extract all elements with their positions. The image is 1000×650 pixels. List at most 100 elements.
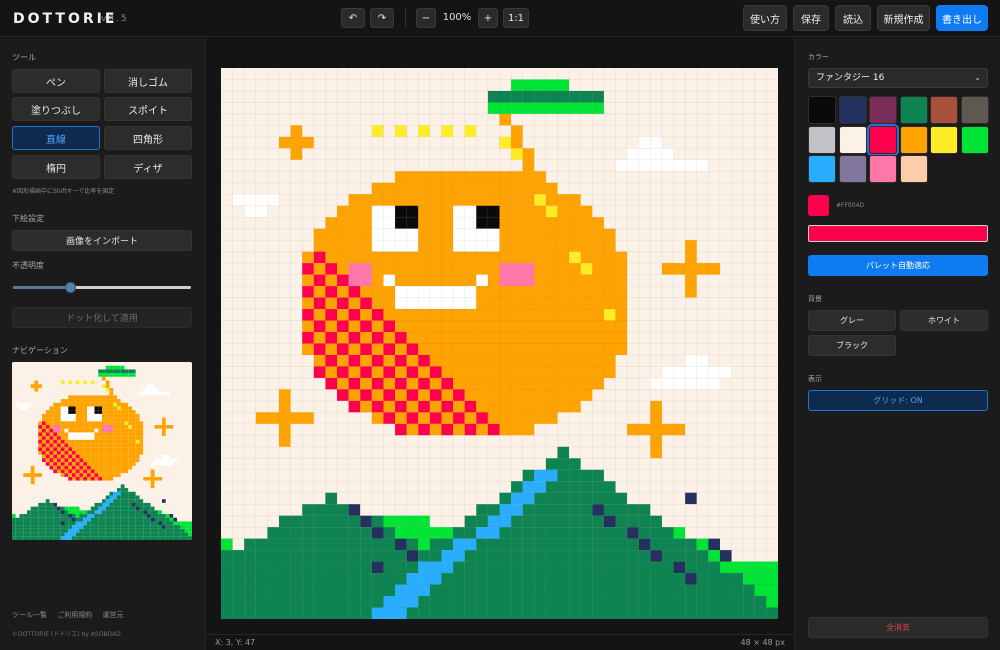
pixel-cell: [19, 384, 24, 388]
zoom-reset-button[interactable]: 1:1: [503, 8, 529, 28]
save-button[interactable]: 保存: [793, 5, 829, 31]
pixel-cell: [113, 373, 117, 377]
import-image-button[interactable]: 画像をインポート: [12, 230, 192, 251]
pixel-cell: [279, 297, 291, 310]
pixel-cell: [57, 373, 61, 377]
tool-dither[interactable]: ディザ: [104, 155, 192, 179]
footer-link-operator[interactable]: 運営元: [102, 611, 123, 619]
pixel-cell: [42, 391, 46, 396]
opacity-slider[interactable]: [13, 282, 191, 293]
palette-swatch[interactable]: [838, 155, 867, 183]
pixel-cell: [569, 251, 581, 264]
pixel-cell: [673, 113, 686, 126]
tool-ellipse[interactable]: 楕円: [12, 155, 100, 179]
pixel-cell: [128, 410, 132, 414]
tool-fill[interactable]: 塗りつぶし: [12, 97, 100, 121]
pixel-cell: [158, 465, 162, 470]
pixel-cell: [124, 514, 129, 518]
palette-swatch[interactable]: [808, 96, 836, 124]
load-button[interactable]: 読込: [835, 5, 871, 31]
pixel-cell: [34, 436, 39, 440]
pixel-cell: [45, 502, 50, 507]
pixel-cell: [139, 413, 144, 418]
export-button[interactable]: 書き出し: [936, 5, 988, 31]
palette-swatch[interactable]: [869, 155, 897, 183]
pixel-cell: [177, 465, 181, 470]
auto-palette-button[interactable]: パレット自動適応: [808, 255, 988, 276]
pixel-cell: [499, 504, 512, 516]
pixel-cell: [557, 515, 570, 528]
pixel-cell: [638, 400, 651, 413]
palette-swatch[interactable]: [930, 96, 958, 124]
pixel-cell: [279, 136, 291, 149]
bg-white-button[interactable]: ホワイト: [900, 310, 988, 331]
grid-toggle-button[interactable]: グリッド: ON: [808, 390, 988, 411]
pixel-cell: [429, 492, 442, 505]
palette-swatch[interactable]: [838, 125, 867, 154]
palette-swatch[interactable]: [960, 125, 989, 154]
palette-swatch[interactable]: [899, 96, 928, 124]
pixel-cell: [371, 102, 384, 114]
palette-swatch[interactable]: [867, 123, 899, 156]
pixel-canvas[interactable]: [221, 68, 778, 619]
pixel-cell: [147, 387, 151, 392]
bg-gray-button[interactable]: グレー: [808, 310, 896, 331]
pixel-cell: [169, 462, 174, 466]
footer-link-tools[interactable]: ツール一覧: [12, 611, 47, 619]
undo-button[interactable]: ↶: [341, 8, 365, 28]
redo-button[interactable]: ↷: [370, 8, 394, 28]
pixel-cell: [165, 499, 170, 503]
zoom-out-button[interactable]: −: [416, 8, 436, 28]
color-picker-input[interactable]: [808, 225, 988, 242]
pixel-cell: [221, 194, 233, 206]
palette-swatch[interactable]: [960, 96, 989, 124]
pixel-cell: [348, 515, 361, 528]
pixel-cell: [418, 584, 430, 597]
pixel-cell: [685, 412, 697, 424]
pixel-cell: [120, 454, 125, 459]
palette-swatch[interactable]: [899, 155, 928, 183]
navigation-preview[interactable]: [12, 362, 192, 540]
pixel-cell: [464, 297, 477, 310]
palette-swatch[interactable]: [808, 155, 836, 183]
palette-swatch[interactable]: [838, 96, 867, 124]
palette-select[interactable]: ファンタジー 16 ⌄: [808, 68, 988, 88]
palette-swatch[interactable]: [808, 125, 836, 154]
tool-eyedropper[interactable]: スポイト: [104, 97, 192, 121]
palette-swatch[interactable]: [930, 125, 958, 154]
pixel-cell: [279, 148, 291, 160]
pixel-cell: [180, 421, 185, 426]
tool-eraser[interactable]: 消しゴム: [104, 69, 192, 93]
pixel-cell: [27, 480, 31, 485]
pixel-cell: [19, 536, 24, 540]
pixel-cell: [184, 399, 189, 403]
pixel-cell: [766, 251, 778, 264]
pixel-cell: [766, 332, 778, 344]
pixel-cell: [267, 458, 280, 470]
pixel-cell: [580, 125, 593, 137]
opacity-slider-thumb[interactable]: [64, 282, 76, 293]
tool-line[interactable]: 直線: [12, 126, 100, 150]
pixel-cell: [113, 380, 117, 385]
pixel-cell: [158, 462, 162, 466]
zoom-in-button[interactable]: +: [478, 8, 498, 28]
footer-link-terms[interactable]: ご利用規約: [57, 611, 92, 619]
apply-dot-button[interactable]: ドット化して適用: [12, 307, 192, 328]
bg-black-button[interactable]: ブラック: [808, 335, 896, 356]
pixel-cell: [522, 377, 535, 390]
new-button[interactable]: 新規作成: [877, 5, 930, 31]
tool-rectangle[interactable]: 四角形: [104, 126, 192, 150]
pixel-cell: [360, 377, 372, 390]
help-button[interactable]: 使い方: [743, 5, 787, 31]
palette-swatch[interactable]: [899, 125, 928, 154]
pixel-cell: [313, 297, 326, 310]
pixel-cell: [279, 79, 291, 91]
pixel-cell: [302, 400, 314, 413]
tool-pen[interactable]: ペン: [12, 69, 100, 93]
clear-all-button[interactable]: 全消去: [808, 617, 988, 638]
palette-swatch[interactable]: [869, 96, 897, 124]
pixel-cell: [128, 380, 132, 385]
pixel-cell: [557, 400, 570, 413]
pixel-cell: [49, 436, 54, 440]
pixel-cell: [165, 491, 170, 496]
